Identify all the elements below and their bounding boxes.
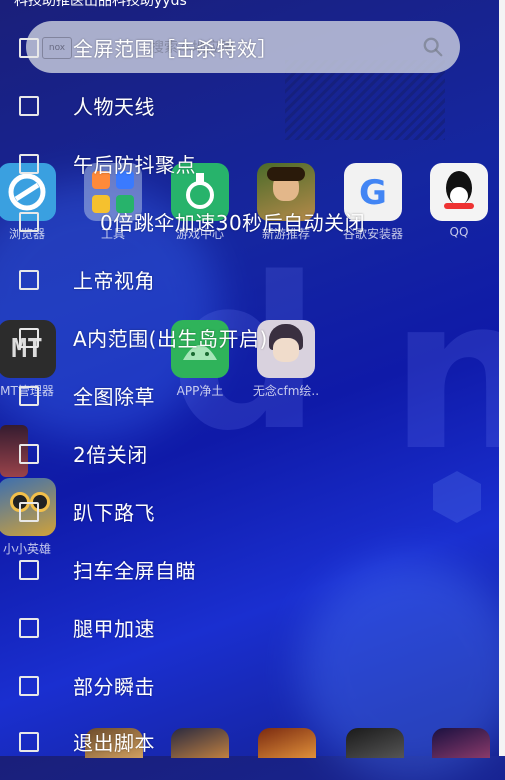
option-checkbox[interactable]	[19, 502, 39, 522]
option-checkbox[interactable]	[19, 270, 39, 290]
option-label: 午后防抖聚点	[73, 153, 196, 177]
option-checkbox[interactable]	[19, 328, 39, 348]
option-item[interactable]: 部分瞬击	[0, 666, 500, 706]
option-checkbox[interactable]	[19, 96, 39, 116]
option-label: 趴下路飞	[73, 501, 155, 525]
option-checkbox[interactable]	[19, 676, 39, 696]
option-label: A内范围(出生岛开启)	[73, 327, 268, 351]
option-label: 2倍关闭	[73, 443, 148, 467]
option-label: 扫车全屏自瞄	[73, 559, 196, 583]
option-label: 全屏范围［击杀特效］	[73, 37, 278, 61]
option-item[interactable]: 人物天线	[0, 86, 500, 126]
option-checkbox[interactable]	[19, 38, 39, 58]
option-checkbox[interactable]	[19, 444, 39, 464]
option-label: 腿甲加速	[73, 617, 155, 641]
option-checkbox[interactable]	[19, 732, 39, 752]
option-item[interactable]: 上帝视角	[0, 260, 500, 300]
option-checkbox[interactable]	[19, 386, 39, 406]
option-item[interactable]: 0倍跳伞加速30秒后自动关闭	[0, 202, 500, 242]
option-item[interactable]: 全图除草	[0, 376, 500, 416]
option-label: 人物天线	[73, 95, 155, 119]
option-checkbox[interactable]	[19, 560, 39, 580]
option-item[interactable]: 退出脚本	[0, 722, 500, 762]
option-label: 退出脚本	[73, 731, 155, 755]
top-caption: 科技助推医出品科技助yyds	[14, 0, 187, 9]
option-item[interactable]: 扫车全屏自瞄	[0, 550, 500, 590]
option-checkbox[interactable]	[19, 212, 39, 232]
option-item[interactable]: 腿甲加速	[0, 608, 500, 648]
option-label: 部分瞬击	[73, 675, 155, 699]
option-item[interactable]: A内范围(出生岛开启)	[0, 318, 500, 358]
option-item[interactable]: 午后防抖聚点	[0, 144, 500, 184]
option-item[interactable]: 趴下路飞	[0, 492, 500, 532]
option-item[interactable]: 2倍关闭	[0, 434, 500, 474]
option-label: 全图除草	[73, 385, 155, 409]
option-checkbox[interactable]	[19, 618, 39, 638]
option-checkbox[interactable]	[19, 154, 39, 174]
option-label: 上帝视角	[73, 269, 155, 293]
option-label: 0倍跳伞加速30秒后自动关闭	[100, 211, 366, 235]
option-item[interactable]: 全屏范围［击杀特效］	[0, 28, 500, 68]
